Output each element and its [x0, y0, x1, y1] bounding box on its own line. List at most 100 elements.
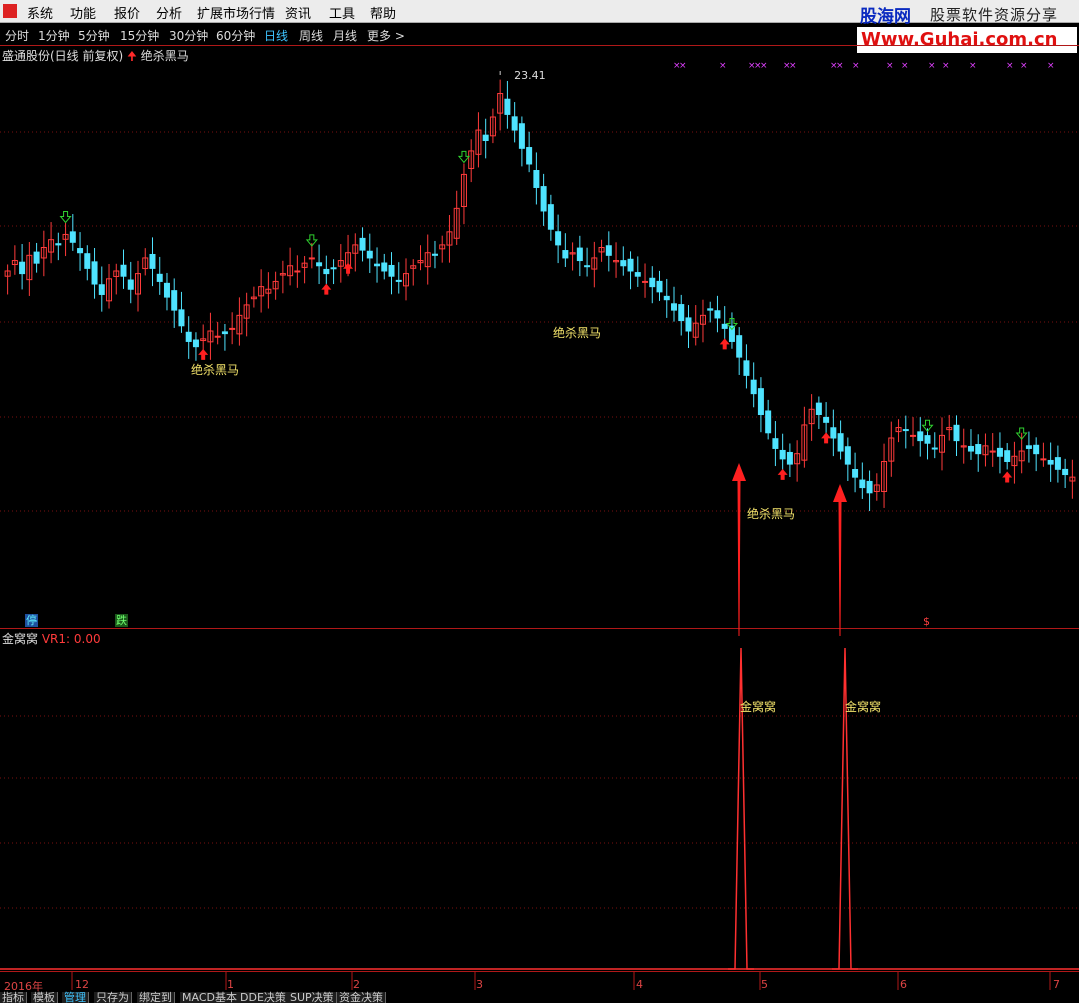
candle-body — [743, 360, 750, 376]
peak-price-label: 23.41 — [514, 69, 546, 82]
axis-month-label: 2 — [353, 978, 360, 991]
buy-arrow-icon — [321, 283, 332, 295]
candle-body — [584, 265, 591, 268]
candle-body — [77, 248, 84, 254]
cross-mark-icon: × — [969, 61, 977, 71]
candle-body — [975, 444, 982, 455]
candle-body — [149, 253, 156, 269]
candle-body — [69, 231, 76, 243]
cross-mark-icon: × — [679, 61, 687, 71]
signal-label: 绝杀黑马 — [553, 326, 602, 340]
axis-month-label: 4 — [636, 978, 643, 991]
candle-body — [518, 123, 525, 149]
candle-body — [728, 325, 735, 342]
big-buy-arrow-icon — [833, 484, 847, 636]
axis-month-label: 3 — [476, 978, 483, 991]
candle-body — [576, 247, 583, 262]
candle-body — [837, 433, 844, 452]
cross-mark-icon: × — [901, 61, 909, 71]
candle-body — [859, 479, 866, 489]
tab-manage[interactable]: 管理 — [62, 992, 89, 1003]
candle-body — [547, 204, 554, 230]
tab-fund[interactable]: 资金决策 — [337, 992, 386, 1003]
axis-month-label: 1 — [227, 978, 234, 991]
candle-body — [750, 379, 757, 395]
fall-badge: 跌 — [115, 614, 128, 627]
sub-indicator-spike — [832, 647, 858, 970]
axis-month-label: 12 — [75, 978, 89, 991]
candle-body — [555, 231, 562, 246]
candle-body — [634, 272, 641, 277]
candle-body — [902, 429, 909, 432]
axis-month-label: 5 — [761, 978, 768, 991]
candle-body — [431, 253, 438, 256]
tab-macd[interactable]: MACD基本 — [180, 992, 240, 1003]
candle-body — [844, 446, 851, 465]
sub-indicator-spike — [728, 647, 754, 970]
candle-body — [1062, 468, 1069, 476]
halt-badge: 停 — [25, 614, 38, 627]
cross-mark-icon: × — [942, 61, 950, 71]
candle-body — [562, 250, 569, 259]
candle-body — [649, 277, 656, 288]
candle-body — [316, 262, 323, 267]
candle-body — [967, 445, 974, 452]
cross-mark-icon: × — [1006, 61, 1014, 71]
dollar-badge: $ — [923, 615, 930, 628]
candle-body — [221, 331, 228, 335]
tab-save-as[interactable]: 只存为 — [94, 992, 132, 1003]
candle-body — [830, 427, 837, 439]
cross-mark-icon: × — [789, 61, 797, 71]
tab-template[interactable]: 模板 — [31, 992, 58, 1003]
cross-mark-icon: × — [886, 61, 894, 71]
candle-body — [511, 116, 518, 131]
candle-body — [953, 424, 960, 442]
tab-sup[interactable]: SUP决策 — [288, 992, 337, 1003]
vr1-value: VR1: 0.00 — [41, 632, 101, 646]
cross-mark-icon: × — [852, 61, 860, 71]
candle-body — [663, 295, 670, 301]
buy-arrow-icon — [198, 348, 209, 360]
candle-body — [229, 327, 236, 330]
tab-indicator[interactable]: 指标 — [0, 992, 27, 1003]
candle-body — [642, 280, 649, 283]
price-chart[interactable]: 23.41×× × ××× ×× ×× × × × × × × × × × — [0, 0, 1079, 1003]
candle-body — [815, 402, 822, 416]
tab-dde[interactable]: DDE决策 — [238, 992, 289, 1003]
candle-body — [1025, 445, 1032, 449]
signal-label: 绝杀黑马 — [191, 363, 240, 377]
candle-body — [685, 317, 692, 332]
candle-body — [366, 250, 373, 259]
buy-arrow-icon — [1002, 471, 1013, 483]
candle-body — [359, 237, 366, 251]
candle-body — [1047, 459, 1054, 465]
tab-bind-to[interactable]: 绑定到 — [137, 992, 175, 1003]
candle-body — [736, 335, 743, 358]
candle-body — [721, 323, 728, 329]
candle-body — [381, 262, 388, 272]
candle-body — [779, 449, 786, 460]
candle-body — [185, 331, 192, 342]
candle-body — [120, 264, 127, 277]
cross-mark-icon: × — [928, 61, 936, 71]
signal-label: 绝杀黑马 — [747, 507, 796, 521]
candle-body — [388, 264, 395, 277]
candle-body — [192, 339, 199, 348]
candle-body — [171, 290, 178, 311]
sub-peak-label: 金窝窝 — [740, 700, 777, 714]
candle-body — [714, 310, 721, 319]
candle-body — [620, 260, 627, 267]
candle-body — [178, 309, 185, 327]
candle-body — [540, 186, 547, 212]
candle-body — [91, 261, 98, 285]
candle-body — [323, 268, 330, 275]
candle-body — [866, 480, 873, 494]
candle-body — [910, 434, 917, 437]
axis-month-label: 7 — [1053, 978, 1060, 991]
candle-body — [772, 438, 779, 449]
candle-body — [852, 469, 859, 478]
candle-body — [330, 267, 337, 270]
bottom-tab-bar: 指标 模板 管理 只存为 绑定到 MACD基本 DDE决策 SUP决策 资金决策 — [0, 991, 1079, 1003]
candle-body — [627, 258, 634, 272]
candle-body — [308, 257, 315, 260]
